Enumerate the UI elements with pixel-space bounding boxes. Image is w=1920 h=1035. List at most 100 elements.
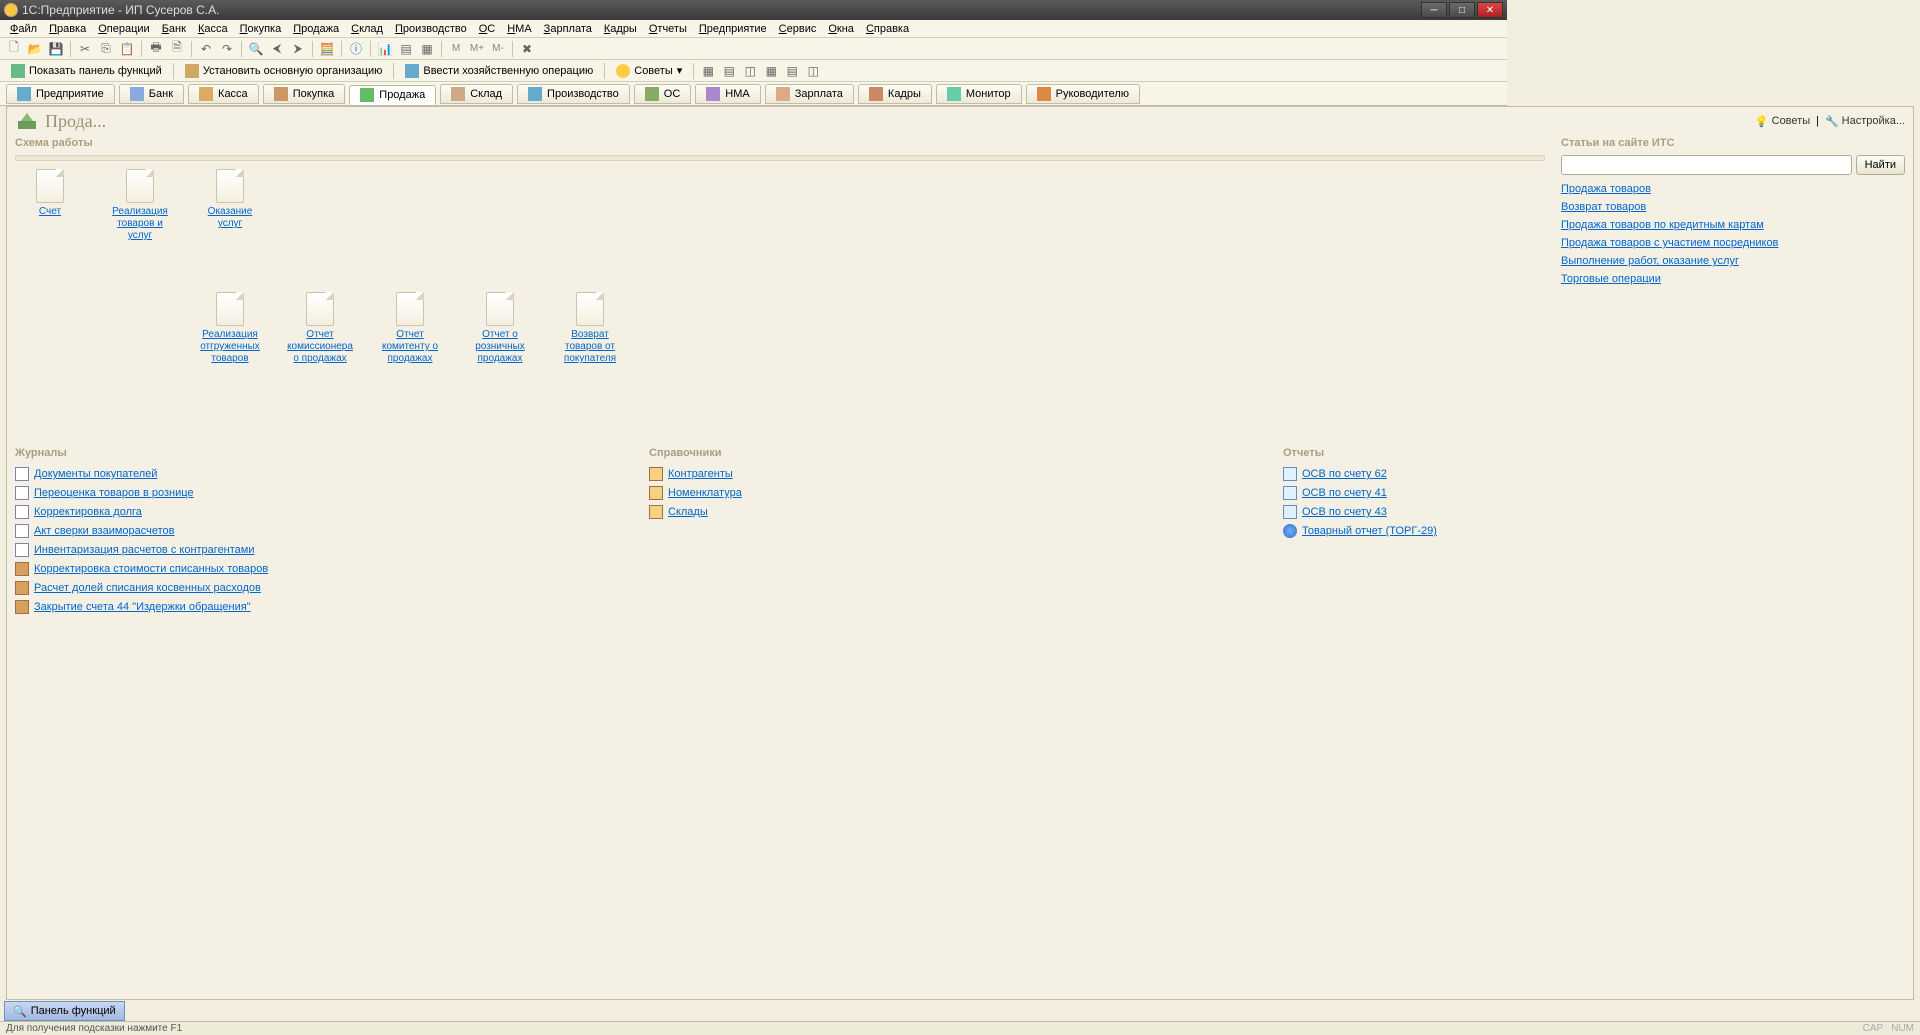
maximize-button[interactable]: □: [1449, 2, 1475, 18]
show-functions-button[interactable]: Показать панель функций: [4, 62, 169, 80]
chart-icon[interactable]: 📊: [375, 40, 395, 58]
paste-icon[interactable]: 📋: [117, 40, 137, 58]
menu-bank[interactable]: Банк: [156, 21, 192, 37]
copy-icon[interactable]: ⎘: [96, 40, 116, 58]
tab-production[interactable]: Производство: [517, 84, 630, 104]
tab-kassa[interactable]: Касса: [188, 84, 259, 104]
menu-warehouse[interactable]: Склад: [345, 21, 389, 37]
redo-icon[interactable]: ↷: [217, 40, 237, 58]
menu-production[interactable]: Производство: [389, 21, 473, 37]
its-link[interactable]: Торговые операции: [1561, 273, 1905, 285]
menu-service[interactable]: Сервис: [773, 21, 823, 37]
tb2-icon-5[interactable]: ▤: [782, 62, 802, 80]
advice-button[interactable]: Советы ▾: [609, 62, 689, 80]
m-minus-icon[interactable]: M-: [488, 40, 508, 58]
menu-edit[interactable]: Правка: [43, 21, 92, 37]
advice-link[interactable]: 💡Советы: [1755, 115, 1810, 128]
ref-link[interactable]: Склады: [649, 505, 1271, 519]
menu-os[interactable]: ОС: [473, 21, 502, 37]
tab-salary[interactable]: Зарплата: [765, 84, 854, 104]
tab-os[interactable]: ОС: [634, 84, 692, 104]
scheme-link[interactable]: Реализация товаров и услуг: [105, 206, 175, 242]
minimize-button[interactable]: ─: [1421, 2, 1447, 18]
preview-icon[interactable]: 🗎: [167, 40, 187, 58]
journal-link[interactable]: Корректировка долга: [15, 505, 637, 519]
scheme-item[interactable]: Реализация товаров и услуг: [105, 169, 175, 242]
scheme-item[interactable]: Реализация отгруженных товаров: [195, 292, 265, 365]
ref-link[interactable]: Номенклатура: [649, 486, 1271, 500]
tab-kadry[interactable]: Кадры: [858, 84, 932, 104]
menu-enterprise[interactable]: Предприятие: [693, 21, 773, 37]
fwd-icon[interactable]: ⮞: [288, 40, 308, 58]
scheme-link[interactable]: Оказание услуг: [195, 206, 265, 230]
tab-monitor[interactable]: Монитор: [936, 84, 1022, 104]
scheme-item[interactable]: Отчет комитенту о продажах: [375, 292, 445, 365]
journal-link[interactable]: Закрытие счета 44 "Издержки обращения": [15, 600, 637, 614]
functions-panel-tab[interactable]: 🔍Панель функций: [4, 1001, 125, 1021]
tab-manager[interactable]: Руководителю: [1026, 84, 1140, 104]
scheme-item[interactable]: Счет: [15, 169, 85, 242]
tab-sale[interactable]: Продажа: [349, 85, 436, 105]
menu-nma[interactable]: НМА: [501, 21, 537, 37]
tab-nma[interactable]: НМА: [695, 84, 760, 104]
report-link[interactable]: ОСВ по счету 41: [1283, 486, 1905, 500]
find-icon[interactable]: 🔍: [246, 40, 266, 58]
cut-icon[interactable]: ✂: [75, 40, 95, 58]
menu-purchase[interactable]: Покупка: [234, 21, 288, 37]
its-find-button[interactable]: Найти: [1856, 155, 1905, 175]
its-link[interactable]: Выполнение работ, оказание услуг: [1561, 255, 1905, 267]
menu-sale[interactable]: Продажа: [287, 21, 345, 37]
scheme-link[interactable]: Отчет комитенту о продажах: [375, 329, 445, 365]
undo-icon[interactable]: ↶: [196, 40, 216, 58]
scheme-link[interactable]: Отчет комиссионера о продажах: [285, 329, 355, 365]
scheme-link[interactable]: Счет: [39, 206, 61, 218]
gear-icon[interactable]: ✖: [517, 40, 537, 58]
tab-bank[interactable]: Банк: [119, 84, 184, 104]
report-link[interactable]: ОСВ по счету 62: [1283, 467, 1905, 481]
scheme-item[interactable]: Возврат товаров от покупателя: [555, 292, 625, 365]
menu-kadry[interactable]: Кадры: [598, 21, 643, 37]
its-link[interactable]: Продажа товаров по кредитным картам: [1561, 219, 1905, 231]
scheme-item[interactable]: Оказание услуг: [195, 169, 265, 242]
print-icon[interactable]: 🖶: [146, 40, 166, 58]
journal-link[interactable]: Корректировка стоимости списанных товаро…: [15, 562, 637, 576]
help-icon[interactable]: ⓘ: [346, 40, 366, 58]
back-icon[interactable]: ⮜: [267, 40, 287, 58]
table-icon[interactable]: ▦: [417, 40, 437, 58]
set-org-button[interactable]: Установить основную организацию: [178, 62, 390, 80]
tb2-icon-3[interactable]: ◫: [740, 62, 760, 80]
scheme-link[interactable]: Реализация отгруженных товаров: [195, 329, 265, 365]
journal-link[interactable]: Переоценка товаров в рознице: [15, 486, 637, 500]
menu-windows[interactable]: Окна: [822, 21, 860, 37]
enter-op-button[interactable]: Ввести хозяйственную операцию: [398, 62, 600, 80]
settings-link[interactable]: 🔧Настройка...: [1825, 115, 1905, 128]
calc-icon[interactable]: 🧮: [317, 40, 337, 58]
tab-enterprise[interactable]: Предприятие: [6, 84, 115, 104]
scheme-item[interactable]: Отчет о розничных продажах: [465, 292, 535, 365]
save-icon[interactable]: 💾: [46, 40, 66, 58]
report-link[interactable]: ОСВ по счету 43: [1283, 505, 1905, 519]
its-link[interactable]: Продажа товаров с участием посредников: [1561, 237, 1905, 249]
journal-link[interactable]: Документы покупателей: [15, 467, 637, 481]
menu-operations[interactable]: Операции: [92, 21, 155, 37]
menu-file[interactable]: Файл: [4, 21, 43, 37]
journal-link[interactable]: Расчет долей списания косвенных расходов: [15, 581, 637, 595]
menu-kassa[interactable]: Касса: [192, 21, 234, 37]
m-plus-icon[interactable]: M+: [467, 40, 487, 58]
menu-help[interactable]: Справка: [860, 21, 915, 37]
form-icon[interactable]: ▤: [396, 40, 416, 58]
tab-purchase[interactable]: Покупка: [263, 84, 346, 104]
journal-link[interactable]: Акт сверки взаиморасчетов: [15, 524, 637, 538]
scheme-link[interactable]: Возврат товаров от покупателя: [555, 329, 625, 365]
its-search-input[interactable]: [1561, 155, 1852, 175]
m-icon[interactable]: M: [446, 40, 466, 58]
scheme-item[interactable]: Отчет комиссионера о продажах: [285, 292, 355, 365]
scheme-link[interactable]: Отчет о розничных продажах: [465, 329, 535, 365]
its-link[interactable]: Возврат товаров: [1561, 201, 1905, 213]
journal-link[interactable]: Инвентаризация расчетов с контрагентами: [15, 543, 637, 557]
menu-salary[interactable]: Зарплата: [538, 21, 598, 37]
its-link[interactable]: Продажа товаров: [1561, 183, 1905, 195]
tab-warehouse[interactable]: Склад: [440, 84, 513, 104]
close-button[interactable]: ✕: [1477, 2, 1503, 18]
report-link[interactable]: Товарный отчет (ТОРГ-29): [1283, 524, 1905, 538]
